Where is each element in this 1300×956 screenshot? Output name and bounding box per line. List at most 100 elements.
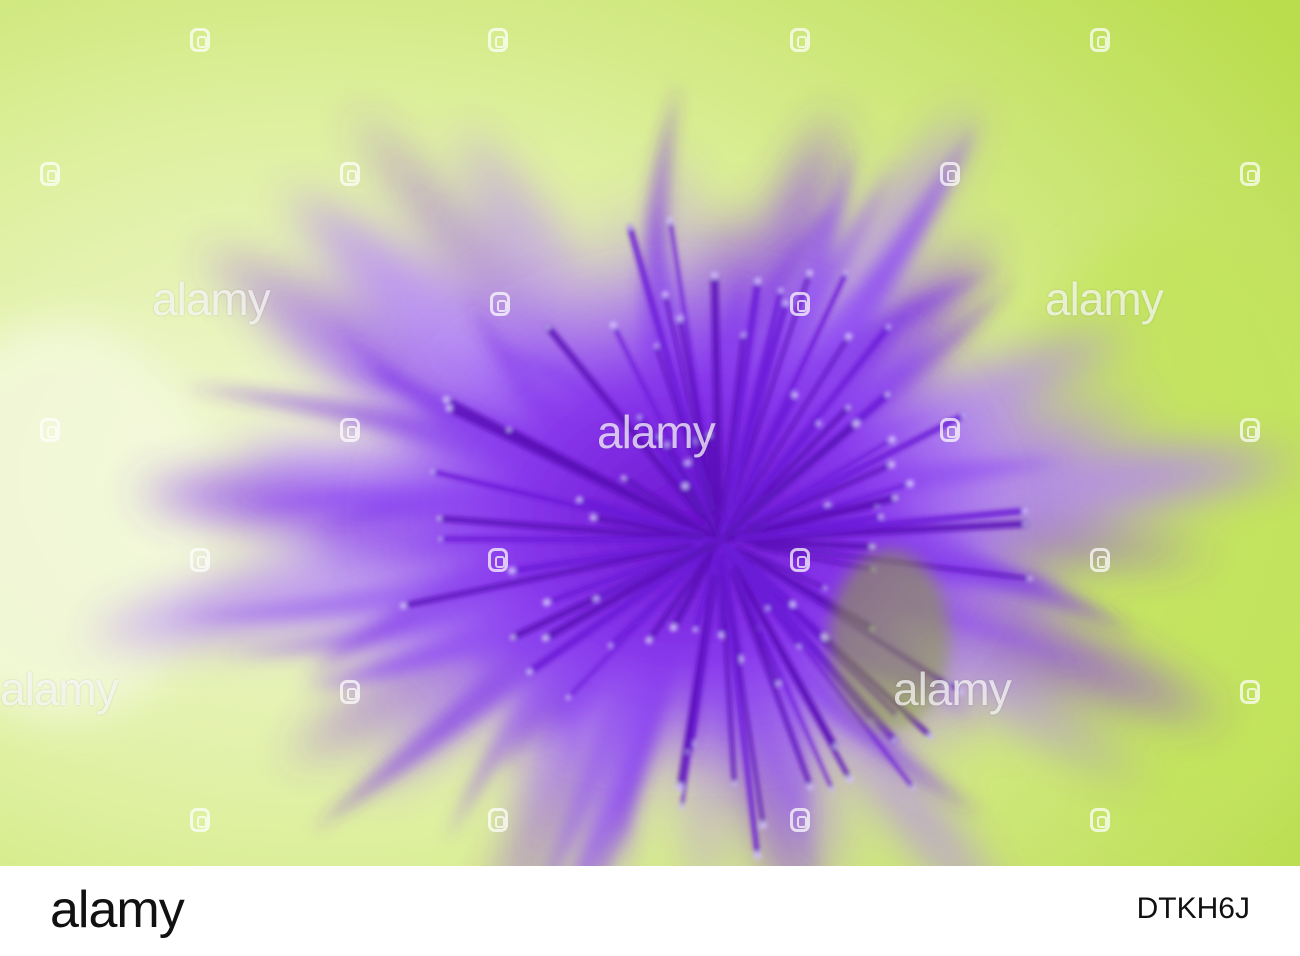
pollen-tip bbox=[661, 291, 669, 298]
alamy-logo-icon bbox=[1090, 808, 1110, 832]
stock-photo-page: alamy alamy alamy alamy alamy alamy DTKH… bbox=[0, 0, 1300, 956]
pollen-tip bbox=[892, 494, 899, 501]
pollen-tip bbox=[1023, 521, 1028, 526]
pollen-tip bbox=[400, 602, 407, 610]
alamy-logo-icon bbox=[340, 418, 360, 442]
pollen-tip bbox=[589, 514, 597, 522]
alamy-logo-icon bbox=[488, 548, 508, 572]
pollen-tip bbox=[692, 627, 698, 633]
alamy-logo-icon bbox=[1240, 680, 1260, 704]
pollen-tip bbox=[878, 514, 884, 520]
image-id: DTKH6J bbox=[1136, 892, 1250, 925]
alamy-logo-icon bbox=[190, 548, 210, 572]
pollen-tip bbox=[506, 427, 512, 432]
pollen-tip bbox=[593, 595, 599, 602]
pollen-tip bbox=[888, 435, 896, 444]
pollen-tip bbox=[906, 479, 914, 488]
alamy-logo-icon bbox=[1240, 162, 1260, 186]
pollen-tip bbox=[654, 343, 659, 348]
alamy-logo-icon bbox=[1240, 418, 1260, 442]
pollen-tip bbox=[509, 634, 516, 641]
footer-logo: alamy bbox=[50, 881, 185, 939]
pollen-tip bbox=[852, 419, 861, 428]
pollen-tip bbox=[845, 404, 851, 410]
alamy-logo-icon bbox=[940, 162, 960, 186]
pollen-tip bbox=[576, 496, 583, 503]
pollen-tip bbox=[620, 475, 627, 481]
pollen-tip bbox=[821, 633, 829, 641]
pollen-tip bbox=[816, 421, 822, 427]
pollen-tip bbox=[753, 851, 762, 860]
alamy-logo-icon bbox=[40, 162, 60, 186]
watermark: alamy bbox=[893, 663, 1012, 715]
pollen-tip bbox=[789, 600, 797, 608]
alamy-logo-icon bbox=[790, 548, 810, 572]
alamy-logo-icon bbox=[790, 28, 810, 52]
pollen-tip bbox=[507, 566, 516, 575]
pollen-tip bbox=[887, 460, 896, 469]
pollen-tip bbox=[806, 269, 814, 277]
alamy-logo-icon bbox=[790, 808, 810, 832]
pollen-tip bbox=[927, 733, 934, 740]
pollen-tip bbox=[776, 681, 781, 686]
pollen-tip bbox=[765, 606, 770, 611]
footer-bar: alamy DTKH6J bbox=[0, 866, 1300, 956]
pollen-tip bbox=[545, 324, 551, 330]
pollen-tip bbox=[961, 412, 967, 418]
pollen-tip bbox=[759, 821, 767, 829]
pollen-tip bbox=[438, 536, 443, 541]
alamy-logo-icon bbox=[790, 292, 810, 316]
pollen-tip bbox=[845, 775, 854, 783]
pollen-tip bbox=[645, 636, 653, 644]
pollen-tip bbox=[676, 783, 684, 791]
alamy-logo-icon bbox=[190, 808, 210, 832]
pollen-tip bbox=[731, 781, 737, 787]
pollen-tip bbox=[807, 783, 814, 790]
pollen-tip bbox=[627, 224, 633, 230]
alamy-logo-icon bbox=[340, 162, 360, 186]
watermark: alamy bbox=[152, 273, 271, 325]
alamy-logo-icon bbox=[940, 418, 960, 442]
pollen-tip bbox=[442, 395, 451, 404]
stamen bbox=[437, 536, 718, 543]
alamy-logo-icon bbox=[1090, 28, 1110, 52]
pollen-tip bbox=[823, 586, 828, 591]
pollen-tip bbox=[892, 738, 897, 743]
pollen-tip bbox=[684, 459, 691, 466]
pollen-tip bbox=[740, 332, 746, 338]
pollen-tip bbox=[710, 271, 719, 280]
pollen-tip bbox=[526, 668, 533, 676]
pollen-tip bbox=[436, 515, 442, 521]
pollen-tip bbox=[782, 299, 790, 307]
alamy-logo-icon bbox=[340, 680, 360, 704]
flower-photo: alamy alamy alamy alamy alamy bbox=[0, 0, 1300, 866]
alamy-logo-icon bbox=[490, 292, 510, 316]
alamy-logo-icon bbox=[1090, 548, 1110, 572]
pollen-tip bbox=[885, 391, 891, 398]
pollen-tip bbox=[1027, 576, 1033, 582]
pollen-tip bbox=[832, 744, 838, 749]
pollen-tip bbox=[791, 391, 799, 399]
watermark: alamy bbox=[0, 663, 119, 715]
pollen-tip bbox=[1021, 507, 1029, 515]
alamy-logo-icon bbox=[488, 28, 508, 52]
pollen-tip bbox=[565, 695, 571, 701]
alamy-logo-icon bbox=[488, 808, 508, 832]
pollen-tip bbox=[541, 634, 549, 642]
pollen-tip bbox=[669, 623, 678, 632]
pollen-tip bbox=[778, 287, 784, 294]
pollen-tip bbox=[829, 787, 835, 792]
pollen-tip bbox=[845, 332, 853, 341]
watermark: alamy bbox=[597, 406, 716, 458]
pollen-tip bbox=[430, 469, 435, 474]
pollen-tip bbox=[843, 270, 849, 276]
watermark: alamy bbox=[1045, 273, 1164, 325]
pollen-tip bbox=[869, 543, 876, 550]
alamy-logo-icon bbox=[40, 418, 60, 442]
pollen-tip bbox=[607, 643, 613, 648]
pollen-tip bbox=[681, 482, 689, 490]
pollen-tip bbox=[666, 217, 674, 224]
pollen-tip bbox=[679, 804, 685, 810]
pollen-tip bbox=[542, 598, 551, 607]
pollen-tip bbox=[445, 404, 453, 412]
